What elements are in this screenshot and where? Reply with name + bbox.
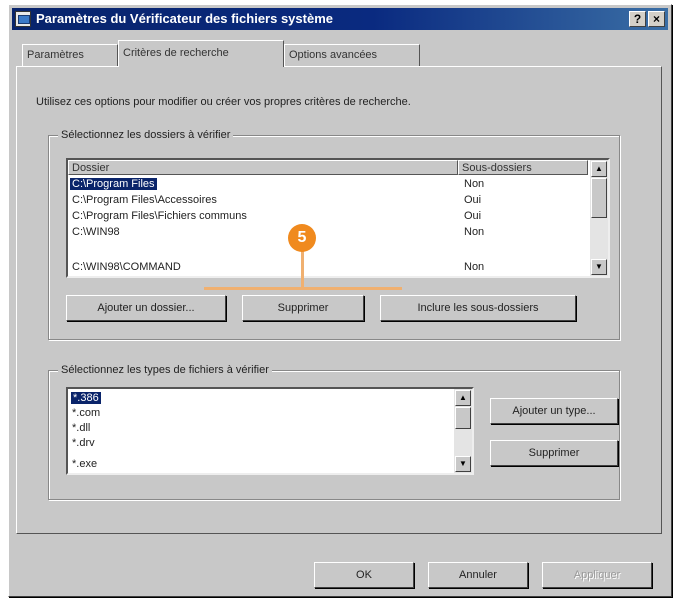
file-types-list[interactable] bbox=[66, 387, 474, 475]
help-button[interactable]: ? bbox=[629, 11, 646, 27]
file-type-item[interactable]: *.386 bbox=[71, 391, 101, 406]
scroll-down-arrow-icon[interactable]: ▼ bbox=[591, 259, 607, 275]
cancel-button[interactable]: Annuler bbox=[428, 562, 528, 588]
callout-line bbox=[204, 287, 402, 290]
folder-subfolders: Non bbox=[464, 226, 485, 238]
folders-group-legend: Sélectionnez les dossiers à vérifier bbox=[58, 128, 234, 142]
folder-subfolders: Oui bbox=[464, 210, 482, 222]
remove-type-button[interactable]: Supprimer bbox=[490, 440, 618, 466]
tab-options-avancees[interactable]: Options avancées bbox=[284, 44, 420, 66]
close-button[interactable]: × bbox=[648, 11, 665, 27]
folder-row[interactable]: C:\WIN98\COMMAND bbox=[72, 260, 181, 275]
system-file-checker-icon bbox=[15, 11, 31, 27]
file-types-group-legend: Sélectionnez les types de fichiers à vér… bbox=[58, 363, 272, 377]
intro-text: Utilisez ces options pour modifier ou cr… bbox=[36, 96, 411, 108]
tab-parametres[interactable]: Paramètres bbox=[22, 44, 118, 66]
callout-stem bbox=[301, 250, 304, 288]
folder-subfolders: Oui bbox=[464, 194, 482, 206]
scroll-up-arrow-icon[interactable]: ▲ bbox=[455, 390, 471, 406]
scroll-down-arrow-icon[interactable]: ▼ bbox=[455, 456, 471, 472]
folder-subfolders: Non bbox=[464, 178, 485, 190]
folder-name: C:\Program Files bbox=[70, 178, 157, 190]
remove-folder-button[interactable]: Supprimer bbox=[242, 295, 364, 321]
ok-button[interactable]: OK bbox=[314, 562, 414, 588]
folder-row[interactable]: C:\Program Files\Fichiers communs bbox=[72, 209, 247, 224]
column-header-sous-dossiers[interactable]: Sous-dossiers bbox=[458, 160, 588, 175]
include-subfolders-button[interactable]: Inclure les sous-dossiers bbox=[380, 295, 576, 321]
file-type-item[interactable]: *.dll bbox=[72, 421, 90, 436]
window-title: Paramètres du Vérificateur des fichiers … bbox=[36, 11, 333, 26]
add-folder-button[interactable]: Ajouter un dossier... bbox=[66, 295, 226, 321]
scroll-up-arrow-icon[interactable]: ▲ bbox=[591, 161, 607, 177]
file-type-item[interactable]: *.exe bbox=[72, 457, 97, 470]
folder-row[interactable]: C:\Program Files\Accessoires bbox=[72, 193, 217, 208]
folder-subfolders: Non bbox=[464, 261, 485, 273]
folder-row[interactable]: C:\Program Files bbox=[70, 177, 157, 192]
scrollbar-thumb[interactable] bbox=[455, 407, 471, 429]
tab-criteres-de-recherche[interactable]: Critères de recherche bbox=[118, 40, 284, 67]
file-type-item[interactable]: *.drv bbox=[72, 436, 95, 451]
folder-row[interactable]: C:\WIN98 bbox=[72, 225, 120, 240]
file-type-item[interactable]: *.com bbox=[72, 406, 100, 421]
column-header-dossier[interactable]: Dossier bbox=[68, 160, 458, 175]
apply-button[interactable]: Appliquer bbox=[542, 562, 652, 588]
callout-badge: 5 bbox=[288, 224, 316, 252]
scrollbar-thumb[interactable] bbox=[591, 178, 607, 218]
add-type-button[interactable]: Ajouter un type... bbox=[490, 398, 618, 424]
